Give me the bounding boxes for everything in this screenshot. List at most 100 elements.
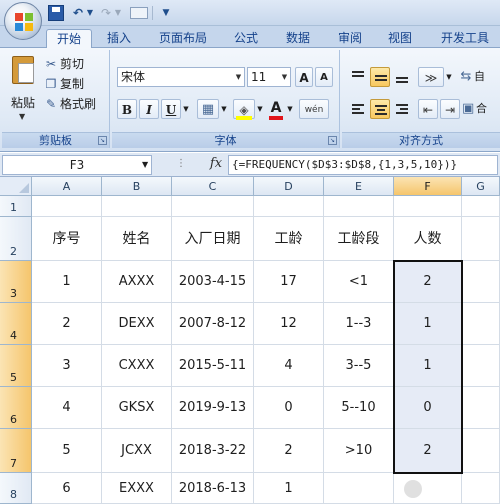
data-cell[interactable]: GKSX [102, 387, 172, 429]
data-cell[interactable]: 5 [32, 429, 102, 473]
format-painter-button[interactable]: ✎ 格式刷 [44, 96, 96, 113]
undo-dropdown-icon[interactable]: ▼ [86, 5, 94, 21]
data-cell[interactable]: 1 [394, 345, 462, 387]
name-box-dropdown-icon[interactable]: ▼ [142, 160, 148, 169]
row-header-4[interactable]: 4 [0, 303, 32, 345]
font-name-select[interactable]: 宋体 ▼ [117, 67, 245, 87]
customize-toolbar-icon[interactable]: ▼ [158, 5, 174, 21]
cell-g5[interactable] [462, 345, 500, 387]
column-header-e[interactable]: E [324, 177, 394, 196]
data-cell[interactable]: 4 [32, 387, 102, 429]
row-header-3[interactable]: 3 [0, 261, 32, 303]
row-header-1[interactable]: 1 [0, 196, 32, 217]
data-cell[interactable]: 2003-4-15 [172, 261, 254, 303]
data-cell[interactable]: 3--5 [324, 345, 394, 387]
column-header-g[interactable]: G [462, 177, 500, 196]
orientation-dropdown-icon[interactable]: ▼ [444, 67, 454, 87]
font-color-button[interactable]: A [267, 98, 285, 118]
data-cell[interactable]: 2 [32, 303, 102, 345]
data-cell[interactable]: 12 [254, 303, 324, 345]
decrease-indent-button[interactable]: ⇤ [418, 99, 438, 119]
align-right-button[interactable] [392, 99, 412, 119]
cell-g4[interactable] [462, 303, 500, 345]
underline-button[interactable]: U [161, 99, 181, 119]
column-header-d[interactable]: D [254, 177, 324, 196]
data-cell[interactable]: EXXX [102, 473, 172, 504]
redo-dropdown-icon[interactable]: ▼ [114, 5, 122, 21]
border-dropdown-icon[interactable]: ▼ [219, 99, 229, 119]
row-header-2[interactable]: 2 [0, 217, 32, 261]
cell-d1[interactable] [254, 196, 324, 217]
header-cell[interactable]: 序号 [32, 217, 102, 261]
formula-bar-grip-icon[interactable]: ⋮ [176, 158, 187, 169]
header-cell[interactable]: 工龄 [254, 217, 324, 261]
font-color-dropdown-icon[interactable]: ▼ [285, 99, 295, 119]
data-cell[interactable]: 1 [32, 261, 102, 303]
fill-color-dropdown-icon[interactable]: ▼ [255, 99, 265, 119]
copy-button[interactable]: ❐ 复制 [44, 76, 84, 93]
italic-button[interactable]: I [139, 99, 159, 119]
increase-indent-button[interactable]: ⇥ [440, 99, 460, 119]
paste-button[interactable]: 粘贴 ▼ [6, 54, 40, 124]
data-cell[interactable]: 0 [394, 387, 462, 429]
header-cell[interactable]: 入厂日期 [172, 217, 254, 261]
tab-data[interactable]: 数据 [276, 29, 320, 48]
underline-dropdown-icon[interactable]: ▼ [181, 99, 191, 119]
row-header-5[interactable]: 5 [0, 345, 32, 387]
tab-formulas[interactable]: 公式 [224, 29, 268, 48]
wrap-text-label[interactable]: 自 [474, 67, 498, 87]
bold-button[interactable]: B [117, 99, 137, 119]
align-top-button[interactable] [348, 67, 368, 87]
cut-button[interactable]: ✂ 剪切 [44, 56, 84, 73]
office-button[interactable] [4, 2, 42, 40]
data-cell[interactable]: 17 [254, 261, 324, 303]
shrink-font-button[interactable]: A [315, 67, 333, 87]
data-cell[interactable]: AXXX [102, 261, 172, 303]
cell-g3[interactable] [462, 261, 500, 303]
column-header-b[interactable]: B [102, 177, 172, 196]
data-cell[interactable]: 0 [254, 387, 324, 429]
data-cell[interactable]: 2018-3-22 [172, 429, 254, 473]
data-cell[interactable]: 1 [394, 303, 462, 345]
insert-function-button[interactable]: fx [205, 155, 227, 175]
align-center-button[interactable] [370, 99, 390, 119]
print-preview-icon[interactable] [130, 7, 148, 19]
select-all-button[interactable] [0, 177, 32, 196]
header-cell[interactable]: 工龄段 [324, 217, 394, 261]
cell-g2[interactable] [462, 217, 500, 261]
align-middle-button[interactable] [370, 67, 390, 87]
data-cell[interactable]: 2007-8-12 [172, 303, 254, 345]
tab-page-layout[interactable]: 页面布局 [150, 29, 216, 48]
font-launcher-icon[interactable]: ↘ [328, 136, 337, 145]
align-left-button[interactable] [348, 99, 368, 119]
merge-center-icon[interactable]: ▣ [462, 99, 474, 119]
data-cell[interactable]: 5--10 [324, 387, 394, 429]
header-cell[interactable]: 姓名 [102, 217, 172, 261]
tab-home[interactable]: 开始 [46, 29, 92, 49]
data-cell[interactable]: 1 [254, 473, 324, 504]
phonetic-button[interactable]: wén [299, 99, 329, 119]
data-cell[interactable]: 2 [394, 261, 462, 303]
row-header-8[interactable]: 8 [0, 473, 32, 504]
tab-review[interactable]: 审阅 [328, 29, 372, 48]
row-header-7[interactable]: 7 [0, 429, 32, 473]
row-header-6[interactable]: 6 [0, 387, 32, 429]
data-cell[interactable]: <1 [324, 261, 394, 303]
tab-insert[interactable]: 插入 [98, 29, 140, 48]
merge-center-label[interactable]: 合 [476, 99, 498, 119]
data-cell[interactable]: 2019-9-13 [172, 387, 254, 429]
border-button[interactable]: ▦ [197, 99, 219, 119]
clipboard-launcher-icon[interactable]: ↘ [98, 136, 107, 145]
data-cell[interactable]: 2015-5-11 [172, 345, 254, 387]
column-header-c[interactable]: C [172, 177, 254, 196]
redo-icon[interactable]: ↷ [98, 5, 114, 21]
data-cell[interactable]: CXXX [102, 345, 172, 387]
data-cell[interactable]: 2 [394, 429, 462, 473]
data-cell[interactable]: 6 [32, 473, 102, 504]
cell-e1[interactable] [324, 196, 394, 217]
data-cell[interactable] [324, 473, 394, 504]
cell-f1[interactable] [394, 196, 462, 217]
name-box[interactable]: F3 [2, 155, 152, 175]
save-icon[interactable] [48, 5, 64, 21]
column-header-f[interactable]: F [394, 177, 462, 196]
